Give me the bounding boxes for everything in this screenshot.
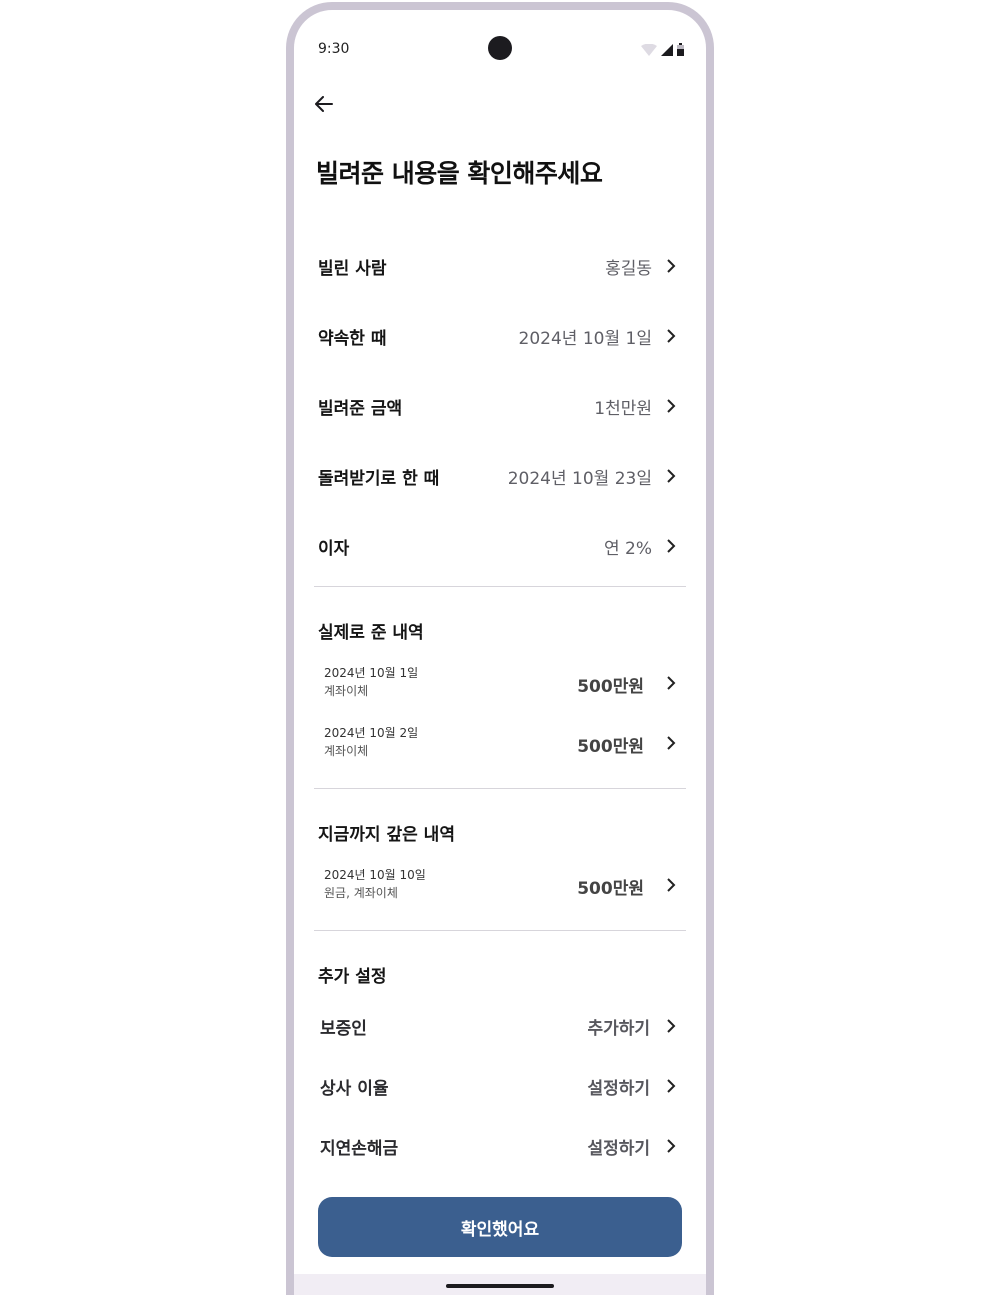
tx-date: 2024년 10월 2일 bbox=[324, 726, 419, 740]
chevron-right-icon bbox=[667, 1079, 676, 1093]
arrow-back-icon bbox=[315, 96, 333, 112]
detail-label: 빌린 사람 bbox=[318, 258, 387, 279]
setting-row-commercial-rate[interactable]: 상사 이율 설정하기 bbox=[320, 1066, 678, 1106]
setting-action: 추가하기 bbox=[587, 1018, 650, 1039]
tx-amount: 500만원 bbox=[577, 737, 644, 757]
detail-value: 2024년 10월 23일 bbox=[507, 468, 652, 489]
chevron-right-icon bbox=[667, 399, 676, 413]
detail-label: 돌려받기로 한 때 bbox=[318, 468, 440, 489]
detail-value: 연 2% bbox=[603, 538, 652, 559]
detail-label: 약속한 때 bbox=[318, 328, 387, 349]
setting-row-late-damages[interactable]: 지연손해금 설정하기 bbox=[320, 1126, 678, 1166]
tx-amount: 500만원 bbox=[577, 677, 644, 697]
setting-action: 설정하기 bbox=[587, 1078, 650, 1099]
divider bbox=[314, 586, 686, 587]
tx-method: 원금, 계좌이체 bbox=[324, 886, 398, 900]
detail-row-borrower[interactable]: 빌린 사람 홍길동 bbox=[318, 246, 678, 286]
detail-value: 1천만원 bbox=[594, 398, 652, 419]
tx-method: 계좌이체 bbox=[324, 684, 369, 698]
home-indicator[interactable] bbox=[446, 1284, 554, 1288]
setting-row-guarantor[interactable]: 보증인 추가하기 bbox=[320, 1006, 678, 1046]
setting-label: 보증인 bbox=[320, 1018, 367, 1039]
wifi-icon bbox=[641, 43, 657, 56]
chevron-right-icon bbox=[667, 259, 676, 273]
chevron-right-icon bbox=[667, 878, 676, 892]
phone-frame: 9:30 빌려준 내용을 확인해주세요 빌린 사람 홍길동 약속한 때 2024… bbox=[286, 2, 714, 1295]
detail-row-loan-amount[interactable]: 빌려준 금액 1천만원 bbox=[318, 386, 678, 426]
setting-action: 설정하기 bbox=[587, 1138, 650, 1159]
chevron-right-icon bbox=[667, 539, 676, 553]
battery-icon bbox=[677, 43, 684, 56]
divider bbox=[314, 930, 686, 931]
tx-date: 2024년 10월 10일 bbox=[324, 868, 426, 882]
status-bar: 9:30 bbox=[294, 10, 706, 70]
tx-method: 계좌이체 bbox=[324, 744, 369, 758]
camera-cutout bbox=[488, 36, 512, 60]
chevron-right-icon bbox=[667, 676, 676, 690]
detail-row-promised-date[interactable]: 약속한 때 2024년 10월 1일 bbox=[318, 316, 678, 356]
setting-label: 지연손해금 bbox=[320, 1138, 399, 1159]
back-button[interactable] bbox=[310, 90, 338, 118]
section-title-repaid-history: 지금까지 갚은 내역 bbox=[318, 825, 455, 845]
tx-date: 2024년 10월 1일 bbox=[324, 666, 419, 680]
detail-label: 이자 bbox=[318, 538, 350, 559]
detail-row-due-date[interactable]: 돌려받기로 한 때 2024년 10월 23일 bbox=[318, 456, 678, 496]
repaid-history-item[interactable]: 2024년 10월 10일 원금, 계좌이체 500만원 bbox=[324, 864, 678, 906]
divider bbox=[314, 788, 686, 789]
chevron-right-icon bbox=[667, 1139, 676, 1153]
detail-value: 2024년 10월 1일 bbox=[518, 328, 652, 349]
chevron-right-icon bbox=[667, 329, 676, 343]
detail-label: 빌려준 금액 bbox=[318, 398, 403, 419]
confirm-button[interactable]: 확인했어요 bbox=[318, 1197, 682, 1257]
status-time: 9:30 bbox=[318, 41, 350, 57]
tx-amount: 500만원 bbox=[577, 879, 644, 899]
given-history-item[interactable]: 2024년 10월 2일 계좌이체 500만원 bbox=[324, 722, 678, 764]
signal-icon bbox=[661, 43, 673, 56]
chevron-right-icon bbox=[667, 1019, 676, 1033]
navigation-bar bbox=[294, 1274, 706, 1295]
section-title-given-history: 실제로 준 내역 bbox=[318, 623, 424, 643]
setting-label: 상사 이율 bbox=[320, 1078, 389, 1099]
chevron-right-icon bbox=[667, 469, 676, 483]
section-title-extra-settings: 추가 설정 bbox=[318, 967, 387, 987]
status-icons bbox=[641, 43, 684, 56]
given-history-item[interactable]: 2024년 10월 1일 계좌이체 500만원 bbox=[324, 662, 678, 704]
chevron-right-icon bbox=[667, 736, 676, 750]
page-title: 빌려준 내용을 확인해주세요 bbox=[316, 159, 603, 188]
detail-value: 홍길동 bbox=[605, 258, 652, 279]
detail-row-interest[interactable]: 이자 연 2% bbox=[318, 526, 678, 566]
